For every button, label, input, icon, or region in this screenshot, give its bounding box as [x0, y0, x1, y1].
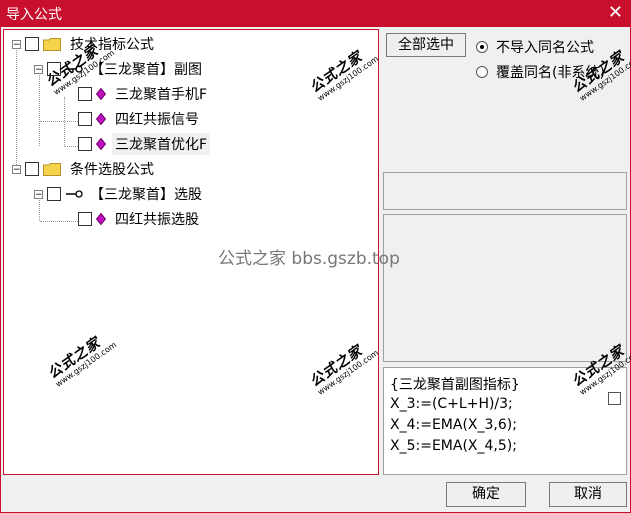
tree-item[interactable]: 三龙聚首优化F: [78, 133, 211, 155]
group-checkbox[interactable]: [25, 162, 39, 176]
tree-label: 四红共振信号: [115, 112, 199, 128]
item-checkbox[interactable]: [78, 112, 92, 126]
code-line: X_3:=(C+L+H)/3;: [390, 396, 513, 412]
item-checkbox[interactable]: [78, 137, 92, 151]
close-icon[interactable]: ✕: [608, 2, 623, 23]
formula-item-icon: [96, 213, 106, 225]
center-watermark: 公式之家 bbs.gszb.top: [218, 249, 400, 269]
radio-no-import[interactable]: 不导入同名公式: [476, 37, 594, 57]
tree-item[interactable]: 四红共振选股: [78, 208, 202, 230]
radio-selected-icon[interactable]: [476, 41, 488, 53]
formula-icon: [66, 190, 83, 198]
tree-line: [16, 47, 17, 171]
tree-line: [39, 72, 40, 146]
tree-label: 条件选股公式: [70, 162, 154, 178]
tree-group-screening[interactable]: − 条件选股公式: [12, 158, 157, 180]
collapse-icon[interactable]: −: [34, 189, 43, 199]
code-line: {三龙聚首副图指标}: [390, 377, 520, 393]
folder-icon: [43, 162, 61, 176]
ok-button[interactable]: 确定: [446, 482, 526, 507]
tree-label: 【三龙聚首】选股: [90, 187, 202, 203]
select-all-button[interactable]: 全部选中: [386, 33, 466, 57]
formula-checkbox[interactable]: [47, 187, 61, 201]
cancel-button[interactable]: 取消: [549, 482, 627, 507]
info-box: [383, 172, 627, 210]
tree-formula-screening[interactable]: − 【三龙聚首】选股: [34, 183, 205, 205]
tree-item[interactable]: 四红共振信号: [78, 108, 202, 130]
collapse-icon[interactable]: −: [12, 164, 21, 174]
tree-line: [64, 97, 65, 147]
collapse-icon[interactable]: −: [34, 64, 43, 74]
group-checkbox[interactable]: [25, 37, 39, 51]
code-line: X_5:=EMA(X_4,5);: [390, 438, 517, 454]
formula-item-icon: [96, 138, 106, 150]
tree-label: 三龙聚首手机F: [115, 87, 208, 103]
code-checkbox[interactable]: [608, 392, 621, 405]
item-checkbox[interactable]: [78, 212, 92, 226]
formula-item-icon: [96, 113, 106, 125]
item-checkbox[interactable]: [78, 87, 92, 101]
formula-item-icon: [96, 88, 106, 100]
tree-item[interactable]: 三龙聚首手机F: [78, 83, 210, 105]
folder-icon: [43, 37, 61, 51]
tree-line: [40, 121, 80, 122]
window-title: 导入公式: [6, 7, 62, 23]
tree-label: 四红共振选股: [115, 212, 199, 228]
tree-line: [40, 221, 80, 222]
radio-unselected-icon[interactable]: [476, 66, 488, 78]
title-bar: 导入公式 ✕: [0, 0, 631, 27]
radio-label: 不导入同名公式: [496, 40, 594, 56]
description-box: [383, 214, 627, 362]
collapse-icon[interactable]: −: [12, 39, 21, 49]
tree-label-selected: 三龙聚首优化F: [112, 133, 211, 155]
code-line: X_4:=EMA(X_3,6);: [390, 417, 517, 433]
